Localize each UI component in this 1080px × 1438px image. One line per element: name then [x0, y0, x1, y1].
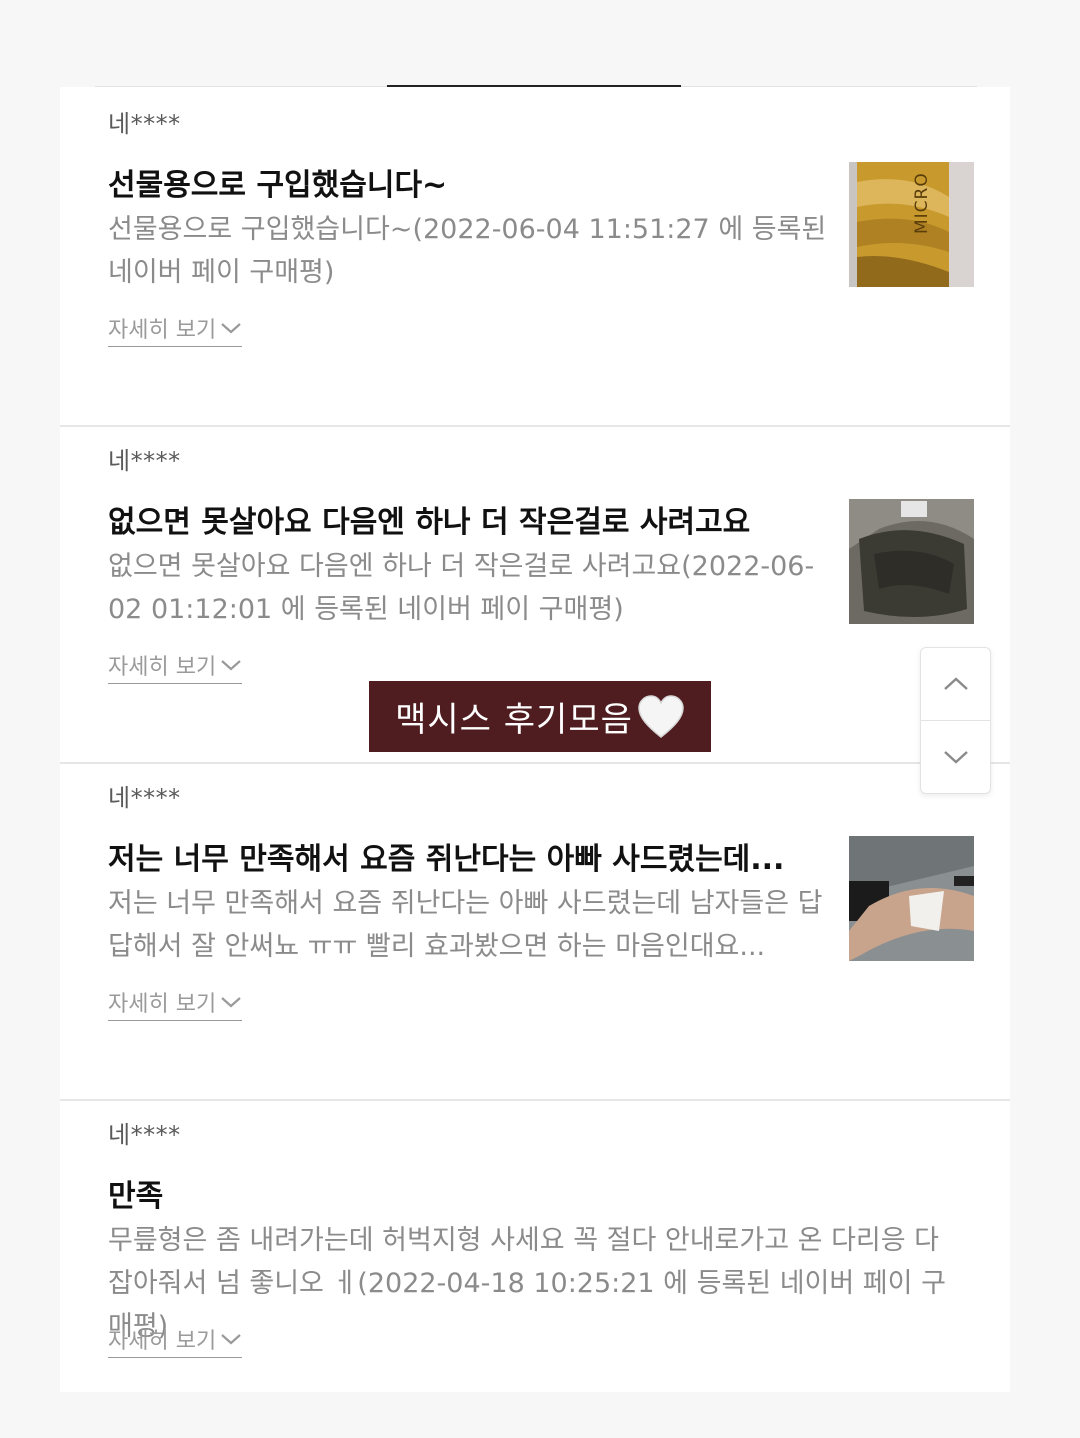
- review-body: 없으면 못살아요 다음엔 하나 더 작은걸로 사려고요(2022-06-02 0…: [108, 551, 815, 625]
- chevron-down-icon: [943, 751, 968, 764]
- review-body: 저는 너무 만족해서 요즘 쥐난다는 아빠 사드렸는데 남자들은 답답해서 잘 …: [108, 888, 823, 962]
- chevron-down-icon: [221, 1334, 241, 1345]
- caption-text: 맥시스 후기모음: [395, 700, 633, 740]
- see-more-label: 자세히 보기: [108, 318, 217, 343]
- review-author: 네****: [108, 784, 181, 812]
- review-title[interactable]: 저는 너무 만족해서 요즘 쥐난다는 아빠 사드렸는데...: [108, 834, 784, 878]
- see-more-link[interactable]: 자세히 보기: [108, 312, 243, 347]
- review-body: 선물용으로 구입했습니다~(2022-06-04 11:51:27 에 등록된 …: [108, 214, 827, 288]
- review-author: 네****: [108, 1121, 181, 1149]
- review-item: 네**** 선물용으로 구입했습니다~ 선물용으로 구입했습니다~(2022-0…: [60, 90, 1010, 427]
- review-photo[interactable]: MICRO: [849, 162, 974, 287]
- see-more-link[interactable]: 자세히 보기: [108, 1323, 243, 1358]
- chevron-down-icon: [221, 323, 241, 334]
- review-item: 네**** 저는 너무 만족해서 요즘 쥐난다는 아빠 사드렸는데... 저는 …: [60, 764, 1010, 1101]
- chevron-down-icon: [221, 660, 241, 671]
- see-more-link[interactable]: 자세히 보기: [108, 986, 243, 1021]
- review-title[interactable]: 만족: [108, 1171, 163, 1215]
- scroll-controls: [920, 647, 991, 794]
- heart-icon: [638, 694, 684, 738]
- chevron-up-icon: [943, 677, 968, 690]
- see-more-label: 자세히 보기: [108, 655, 217, 680]
- scroll-up-button[interactable]: [921, 648, 990, 721]
- review-title[interactable]: 선물용으로 구입했습니다~: [108, 160, 447, 204]
- review-title[interactable]: 없으면 못살아요 다음엔 하나 더 작은걸로 사려고요: [108, 497, 750, 541]
- review-author: 네****: [108, 110, 181, 138]
- review-item: 네**** 만족 무릎형은 좀 내려가는데 허벅지형 사세요 꼭 절다 안내로가…: [60, 1101, 1010, 1438]
- package-label: MICRO: [912, 172, 932, 234]
- review-photo[interactable]: [849, 836, 974, 961]
- chevron-down-icon: [221, 997, 241, 1008]
- see-more-label: 자세히 보기: [108, 1329, 217, 1354]
- caption-banner: 맥시스 후기모음: [369, 681, 711, 752]
- review-author: 네****: [108, 447, 181, 475]
- scroll-down-button[interactable]: [921, 721, 990, 793]
- see-more-link[interactable]: 자세히 보기: [108, 649, 243, 684]
- see-more-label: 자세히 보기: [108, 992, 217, 1017]
- review-photo[interactable]: [849, 499, 974, 624]
